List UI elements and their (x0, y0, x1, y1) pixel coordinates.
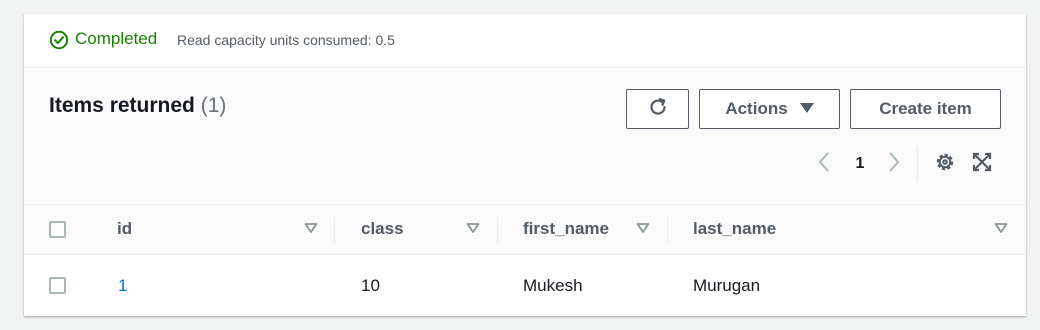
table-row[interactable]: 1 10 Mukesh Murugan (24, 254, 1026, 316)
preferences-button[interactable] (933, 150, 957, 178)
next-page-button[interactable] (884, 150, 904, 178)
page-title: Items returned (1) (49, 94, 226, 118)
sort-icon[interactable] (466, 221, 480, 235)
title-text: Items returned (49, 94, 195, 117)
pagination-divider (917, 147, 918, 181)
column-divider[interactable] (334, 217, 335, 243)
create-item-button[interactable]: Create item (850, 89, 1001, 129)
column-header-id[interactable]: id (117, 219, 132, 239)
create-item-label: Create item (879, 99, 972, 118)
status-bar: Completed Read capacity units consumed: … (24, 14, 1026, 68)
refresh-icon (647, 96, 669, 123)
actions-dropdown-button[interactable]: Actions (699, 89, 840, 129)
refresh-button[interactable] (626, 89, 689, 129)
sort-icon[interactable] (304, 221, 318, 235)
sort-icon[interactable] (994, 221, 1008, 235)
status-label: Completed (75, 29, 158, 48)
page-number-button[interactable]: 1 (850, 150, 870, 178)
chevron-right-icon (887, 151, 901, 178)
previous-page-button[interactable] (814, 150, 834, 178)
column-divider[interactable] (497, 217, 498, 243)
column-header-class[interactable]: class (361, 219, 404, 239)
cell-class: 10 (361, 276, 380, 295)
gear-icon (934, 151, 956, 178)
expand-icon (972, 152, 992, 177)
actions-label: Actions (725, 99, 788, 118)
select-all-checkbox[interactable] (49, 221, 66, 238)
sort-icon[interactable] (636, 221, 650, 235)
table-header-area: Items returned (1) Actions Create item 1 (24, 68, 1026, 204)
column-header-first-name[interactable]: first_name (523, 219, 609, 239)
row-checkbox[interactable] (49, 277, 66, 294)
results-panel: Completed Read capacity units consumed: … (24, 14, 1026, 316)
check-circle-icon (49, 30, 69, 50)
chevron-left-icon (817, 151, 831, 178)
cell-id-link[interactable]: 1 (118, 276, 127, 296)
column-header-last-name[interactable]: last_name (693, 219, 776, 239)
cell-last-name: Murugan (693, 276, 761, 295)
capacity-units-text: Read capacity units consumed: 0.5 (177, 32, 395, 48)
caret-down-icon (799, 99, 814, 119)
column-divider[interactable] (667, 217, 668, 243)
table-header-row: id class first_name last_name (24, 204, 1026, 255)
fullscreen-button[interactable] (970, 150, 994, 178)
item-count: (1) (200, 94, 227, 117)
cell-first-name: Mukesh (523, 276, 583, 295)
